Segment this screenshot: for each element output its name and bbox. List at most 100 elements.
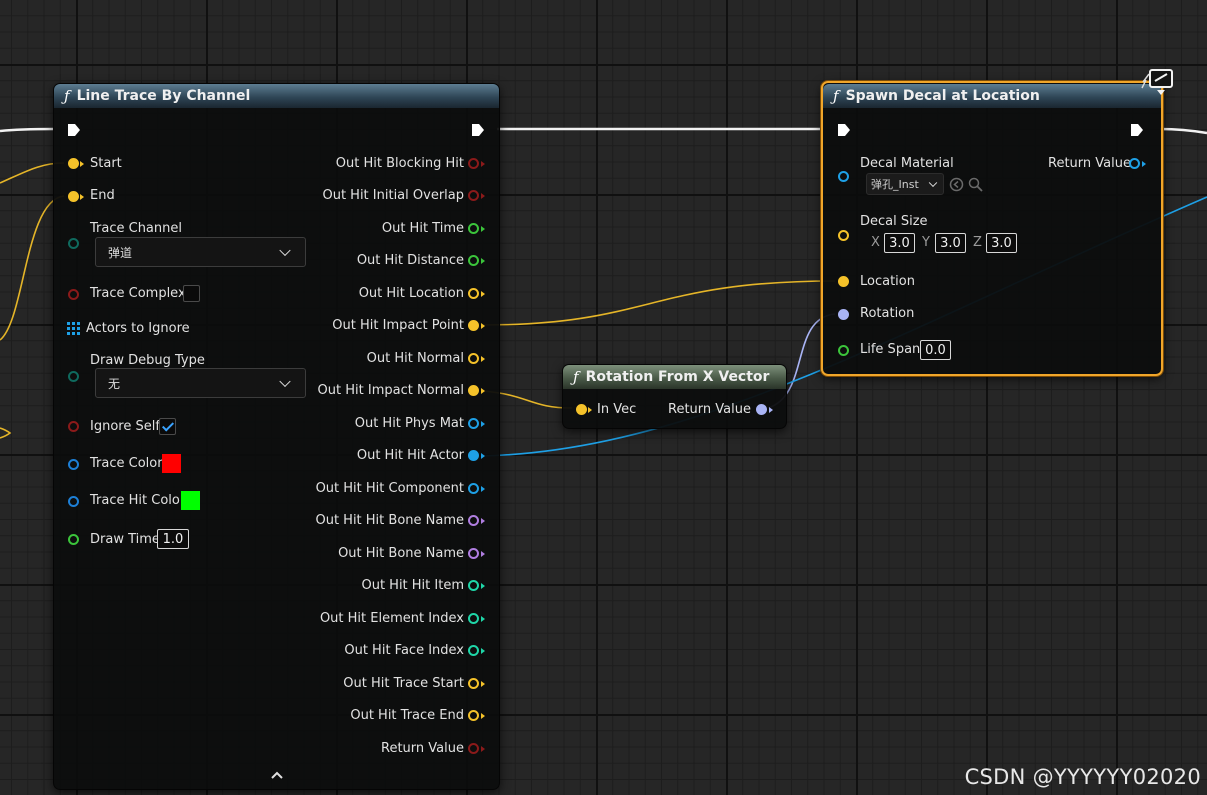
decal-size-x-input[interactable]: 3.0 bbox=[884, 233, 915, 253]
pin-arrow bbox=[481, 356, 485, 362]
end-pin-arrow bbox=[80, 194, 84, 200]
rotation-pin[interactable] bbox=[838, 309, 849, 320]
out-hit-initial-overlap-label: Out Hit Initial Overlap bbox=[322, 188, 464, 203]
out-hit-hit-actor-pin[interactable] bbox=[468, 450, 479, 461]
rotation-from-x-vector-node[interactable]: ƒ Rotation From X Vector In Vec Return V… bbox=[562, 364, 787, 429]
spawn-return-value-label: Return Value bbox=[1048, 156, 1131, 171]
out-hit-distance-label: Out Hit Distance bbox=[356, 253, 464, 268]
rotation-title: Rotation From X Vector bbox=[585, 369, 770, 385]
spawn-decal-node[interactable]: ƒ Spawn Decal at Location Decal Material… bbox=[821, 81, 1163, 376]
out-hit-trace-start-pin[interactable] bbox=[468, 678, 479, 689]
exec-in-pin[interactable] bbox=[837, 123, 851, 137]
out-hit-hit-item-label: Out Hit Hit Item bbox=[361, 578, 464, 593]
trace-channel-pin[interactable] bbox=[68, 238, 79, 249]
start-pin-arrow bbox=[80, 161, 84, 167]
decal-size-y-input[interactable]: 3.0 bbox=[935, 233, 966, 253]
trace-complex-checkbox[interactable] bbox=[183, 285, 200, 302]
trace-hit-color-swatch[interactable] bbox=[181, 491, 200, 510]
spawn-decal-title: Spawn Decal at Location bbox=[845, 88, 1040, 104]
axis-x-label: X bbox=[871, 235, 880, 250]
out-hit-normal-pin[interactable] bbox=[468, 353, 479, 364]
ignore-self-checkbox[interactable] bbox=[159, 418, 176, 435]
spawn-decal-header[interactable]: ƒ Spawn Decal at Location bbox=[823, 84, 1161, 108]
return-value-pin[interactable] bbox=[468, 743, 479, 754]
browse-search-icon[interactable] bbox=[968, 177, 983, 192]
out-hit-bone-name-pin[interactable] bbox=[468, 548, 479, 559]
out-hit-time-label: Out Hit Time bbox=[381, 221, 464, 236]
decal-size-z-input[interactable]: 3.0 bbox=[986, 233, 1017, 253]
line-trace-header[interactable]: ƒ Line Trace By Channel bbox=[54, 84, 499, 108]
exec-in-pin[interactable] bbox=[67, 123, 81, 137]
out-hit-element-index-pin[interactable] bbox=[468, 613, 479, 624]
decal-size-pin[interactable] bbox=[838, 230, 849, 241]
impact-point-wire bbox=[482, 280, 836, 326]
left-stub-wire bbox=[0, 427, 12, 439]
draw-debug-type-pin[interactable] bbox=[68, 371, 79, 382]
return-value-label: Return Value bbox=[381, 741, 464, 756]
trace-color-pin[interactable] bbox=[68, 459, 79, 470]
function-icon: ƒ bbox=[64, 87, 70, 105]
exec-wire-in bbox=[0, 127, 55, 133]
trace-channel-dropdown[interactable]: 弹道 bbox=[95, 237, 306, 267]
pin-arrow bbox=[481, 681, 485, 687]
out-hit-distance-pin[interactable] bbox=[468, 255, 479, 266]
draw-time-pin[interactable] bbox=[68, 534, 79, 545]
pin-arrow bbox=[481, 421, 485, 427]
spawn-return-value-pin[interactable] bbox=[1129, 158, 1140, 169]
collapse-chevron-icon[interactable] bbox=[271, 771, 283, 779]
exec-out-pin[interactable] bbox=[1130, 123, 1144, 137]
out-hit-hit-item-pin[interactable] bbox=[468, 580, 479, 591]
decal-material-dropdown[interactable]: 弹孔_Inst bbox=[866, 173, 944, 195]
trace-complex-label: Trace Complex bbox=[90, 286, 186, 301]
out-hit-impact-normal-label: Out Hit Impact Normal bbox=[317, 383, 464, 398]
out-hit-hit-component-pin[interactable] bbox=[468, 483, 479, 494]
use-selected-icon[interactable] bbox=[949, 177, 964, 192]
pin-arrow bbox=[588, 407, 592, 413]
ignore-self-pin[interactable] bbox=[68, 421, 79, 432]
chevron-down-icon bbox=[279, 244, 291, 257]
end-label: End bbox=[90, 188, 115, 203]
life-span-label: Life Span bbox=[860, 342, 921, 357]
out-hit-time-pin[interactable] bbox=[468, 223, 479, 234]
out-hit-hit-bone-name-pin[interactable] bbox=[468, 515, 479, 526]
rotation-header[interactable]: ƒ Rotation From X Vector bbox=[563, 365, 786, 389]
array-grid-icon[interactable] bbox=[67, 322, 80, 335]
trace-color-swatch[interactable] bbox=[162, 454, 181, 473]
pin-arrow bbox=[481, 323, 485, 329]
rotation-return-pin[interactable] bbox=[756, 404, 767, 415]
pin-arrow bbox=[481, 291, 485, 297]
chevron-down-icon bbox=[279, 375, 291, 388]
start-pin[interactable] bbox=[68, 158, 79, 169]
trace-complex-pin[interactable] bbox=[68, 289, 79, 300]
line-trace-node[interactable]: ƒ Line Trace By Channel Start End Trace … bbox=[53, 83, 500, 790]
out-hit-phys-mat-pin[interactable] bbox=[468, 418, 479, 429]
out-hit-blocking-hit-pin[interactable] bbox=[468, 158, 479, 169]
pin-arrow bbox=[481, 258, 485, 264]
in-vec-pin[interactable] bbox=[576, 404, 587, 415]
function-icon: ƒ bbox=[573, 368, 579, 386]
pin-arrow bbox=[481, 583, 485, 589]
line-trace-title: Line Trace By Channel bbox=[76, 88, 251, 104]
out-hit-impact-normal-pin[interactable] bbox=[468, 385, 479, 396]
out-hit-trace-end-pin[interactable] bbox=[468, 710, 479, 721]
draw-time-input[interactable]: 1.0 bbox=[157, 529, 189, 549]
out-hit-initial-overlap-pin[interactable] bbox=[468, 190, 479, 201]
draw-debug-type-label: Draw Debug Type bbox=[90, 353, 205, 368]
draw-debug-type-dropdown[interactable]: 无 bbox=[95, 368, 306, 398]
out-hit-face-index-pin[interactable] bbox=[468, 645, 479, 656]
chevron-down-icon bbox=[928, 178, 938, 188]
out-hit-location-pin[interactable] bbox=[468, 288, 479, 299]
life-span-pin[interactable] bbox=[838, 345, 849, 356]
life-span-input[interactable]: 0.0 bbox=[920, 340, 951, 360]
decal-material-pin[interactable] bbox=[838, 171, 849, 182]
trace-hit-color-pin[interactable] bbox=[68, 496, 79, 507]
out-hit-impact-point-pin[interactable] bbox=[468, 320, 479, 331]
exec-out-pin[interactable] bbox=[471, 123, 485, 137]
end-pin[interactable] bbox=[68, 191, 79, 202]
draw-time-label: Draw Time bbox=[90, 532, 160, 547]
location-label: Location bbox=[860, 274, 915, 289]
axis-z-label: Z bbox=[973, 235, 982, 250]
out-hit-impact-point-label: Out Hit Impact Point bbox=[332, 318, 464, 333]
pin-arrow bbox=[1142, 161, 1146, 167]
location-pin[interactable] bbox=[838, 276, 849, 287]
